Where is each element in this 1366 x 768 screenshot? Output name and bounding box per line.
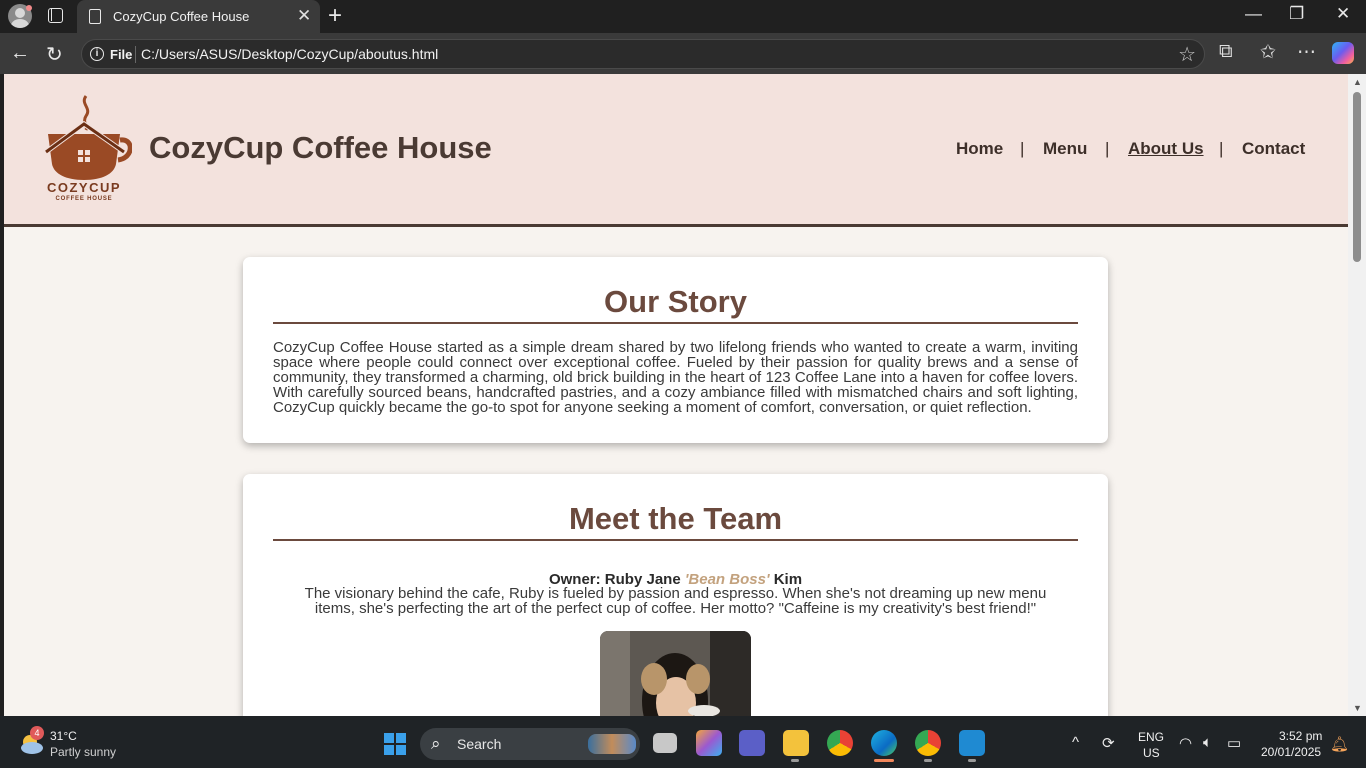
heading-divider bbox=[273, 539, 1078, 541]
cozycup-logo[interactable]: COZYCUP COFFEE HOUSE bbox=[42, 94, 133, 206]
site-header: COZYCUP COFFEE HOUSE CozyCup Coffee Hous… bbox=[4, 74, 1348, 227]
weather-description[interactable]: Partly sunny bbox=[50, 745, 116, 759]
restore-button[interactable]: ❐ bbox=[1289, 4, 1304, 24]
wifi-icon[interactable]: ◠ bbox=[1179, 734, 1192, 752]
extensions-icon[interactable]: ⧉ bbox=[1219, 41, 1233, 63]
owner-description: The visionary behind the cafe, Ruby is f… bbox=[304, 585, 1047, 617]
search-label: Search bbox=[457, 736, 502, 752]
volume-icon[interactable]: 🔈︎ bbox=[1203, 734, 1212, 751]
task-view-icon[interactable] bbox=[653, 733, 677, 753]
owner-photo-image bbox=[600, 631, 751, 716]
taskbar-search[interactable]: ⌕ Search bbox=[420, 728, 640, 760]
logo-cup-graphic bbox=[44, 95, 133, 180]
close-window-button[interactable]: ✕ bbox=[1336, 4, 1350, 24]
new-tab-button[interactable]: + bbox=[328, 2, 342, 30]
owner-photo bbox=[600, 631, 751, 716]
minimize-button[interactable]: — bbox=[1245, 4, 1262, 24]
workspaces-icon[interactable] bbox=[48, 8, 63, 23]
nav-separator: | bbox=[1219, 139, 1224, 158]
weather-badge: 4 bbox=[30, 726, 44, 740]
file-label: File bbox=[110, 47, 133, 62]
site-title: CozyCup Coffee House bbox=[149, 130, 492, 165]
bell-icon[interactable]: 🔔︎ bbox=[1330, 735, 1349, 753]
our-story-heading: Our Story bbox=[604, 284, 747, 319]
copilot-app-icon[interactable] bbox=[696, 730, 722, 756]
meet-the-team-heading: Meet the Team bbox=[568, 501, 783, 536]
url-text[interactable]: C:/Users/ASUS/Desktop/CozyCup/aboutus.ht… bbox=[141, 46, 438, 62]
weather-temperature[interactable]: 31°C bbox=[50, 729, 77, 743]
sync-icon[interactable]: ⟳ bbox=[1102, 734, 1115, 752]
back-icon[interactable]: ← bbox=[10, 42, 30, 65]
page-icon bbox=[89, 9, 101, 24]
battery-icon[interactable]: ▭ bbox=[1227, 734, 1241, 752]
nav-separator: | bbox=[1020, 139, 1025, 158]
clock-time[interactable]: 3:52 pm bbox=[1279, 729, 1322, 743]
more-icon[interactable]: ⋯ bbox=[1297, 41, 1316, 64]
omnibox[interactable]: i File C:/Users/ASUS/Desktop/CozyCup/abo… bbox=[81, 39, 1205, 69]
file-explorer-icon[interactable] bbox=[783, 730, 809, 756]
scrollbar-thumb[interactable] bbox=[1353, 92, 1361, 262]
our-story-text: CozyCup Coffee House started as a simple… bbox=[273, 339, 1078, 416]
app-running-indicator bbox=[924, 759, 932, 762]
browser-tab[interactable]: CozyCup Coffee House ✕ bbox=[77, 0, 320, 33]
nav-home[interactable]: Home bbox=[956, 139, 1003, 159]
show-hidden-icons-icon[interactable]: ^ bbox=[1072, 734, 1079, 751]
chrome-icon[interactable] bbox=[827, 730, 853, 756]
chrome-profile-icon[interactable] bbox=[915, 730, 941, 756]
app-running-indicator bbox=[791, 759, 799, 762]
logo-name: COZYCUP bbox=[46, 180, 122, 195]
scroll-up-arrow-icon[interactable]: ▲ bbox=[1353, 77, 1362, 87]
app-active-indicator bbox=[874, 759, 894, 762]
nav-contact[interactable]: Contact bbox=[1242, 139, 1305, 159]
vscode-icon[interactable] bbox=[959, 730, 985, 756]
logo-subtitle: COFFEE HOUSE bbox=[55, 196, 113, 202]
search-icon: ⌕ bbox=[431, 734, 441, 753]
edge-icon[interactable] bbox=[871, 730, 897, 756]
tab-bar: CozyCup Coffee House ✕ + — ❐ ✕ bbox=[0, 0, 1366, 33]
scroll-down-arrow-icon[interactable]: ▼ bbox=[1353, 703, 1362, 713]
refresh-icon[interactable]: ↻ bbox=[46, 42, 63, 67]
info-icon[interactable]: i bbox=[90, 47, 104, 61]
page-scrollbar[interactable]: ▲ ▼ bbox=[1348, 74, 1366, 716]
heading-divider bbox=[273, 322, 1078, 324]
nav-about-us[interactable]: About Us bbox=[1128, 139, 1204, 159]
app-running-indicator bbox=[968, 759, 976, 762]
windows-start-icon[interactable] bbox=[384, 733, 406, 755]
nav-menu[interactable]: Menu bbox=[1043, 139, 1087, 159]
star-icon[interactable]: ☆ bbox=[1178, 42, 1196, 67]
url-divider bbox=[135, 46, 136, 63]
tab-close-button[interactable]: ✕ bbox=[297, 6, 311, 26]
meet-the-team-card: Meet the Team Owner: Ruby Jane 'Bean Bos… bbox=[243, 474, 1108, 716]
address-bar: ← ↻ i File C:/Users/ASUS/Desktop/CozyCup… bbox=[0, 33, 1366, 74]
nav-separator: | bbox=[1105, 139, 1110, 158]
page-viewport: COZYCUP COFFEE HOUSE CozyCup Coffee Hous… bbox=[4, 74, 1348, 716]
profile-notification-dot bbox=[26, 5, 32, 11]
keyboard-layout[interactable]: US bbox=[1143, 746, 1160, 760]
search-highlight-image bbox=[588, 734, 636, 754]
clock-date[interactable]: 20/01/2025 bbox=[1261, 745, 1321, 759]
favorites-icon[interactable]: ✩ bbox=[1260, 41, 1276, 64]
tab-title: CozyCup Coffee House bbox=[113, 9, 250, 24]
windows-taskbar: 4 31°C Partly sunny ⌕ Search ^ ⟳ ENG US … bbox=[0, 716, 1366, 768]
copilot-icon[interactable] bbox=[1332, 42, 1354, 64]
our-story-card: Our Story CozyCup Coffee House started a… bbox=[243, 257, 1108, 443]
teams-icon[interactable] bbox=[739, 730, 765, 756]
language-indicator[interactable]: ENG bbox=[1138, 730, 1164, 744]
